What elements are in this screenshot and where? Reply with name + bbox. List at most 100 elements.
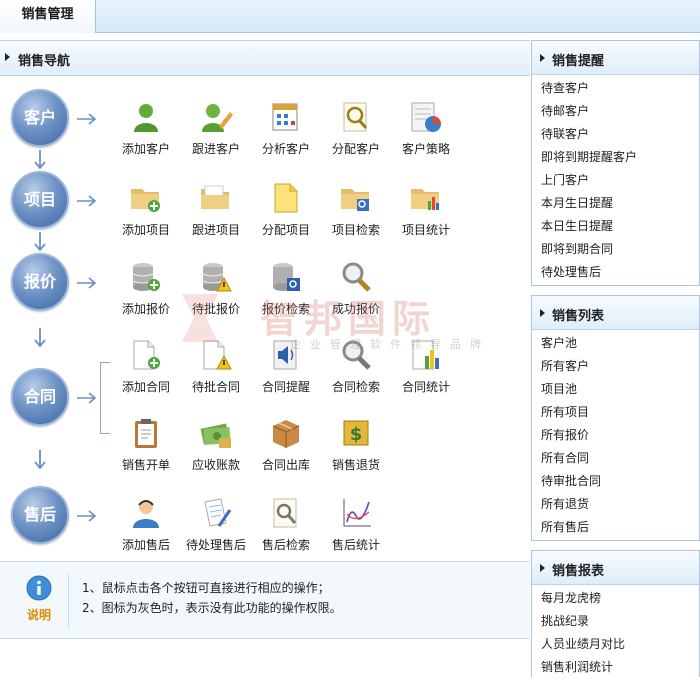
add-quote-button[interactable]: 添加报价 (113, 260, 179, 317)
sales-reminders-header: 销售提醒 (532, 41, 699, 75)
sales-reports-panel: 销售报表 每月龙虎榜 挑战纪录 人员业绩月对比 销售利润统计 (531, 550, 700, 677)
list-item[interactable]: 项目池 (532, 378, 699, 401)
arrow-down-icon (34, 232, 46, 252)
sales-reports-title: 销售报表 (552, 564, 605, 579)
list-item[interactable]: 所有合同 (532, 447, 699, 470)
reminder-item[interactable]: 待处理售后 (532, 261, 699, 284)
aftersale-stats-button[interactable]: 售后统计 (323, 496, 389, 553)
assign-project-button[interactable]: 分配项目 (253, 181, 319, 238)
reminder-item[interactable]: 上门客户 (532, 169, 699, 192)
top-tab-bar: 销售管理 (0, 0, 700, 33)
report-item[interactable]: 挑战纪录 (532, 610, 699, 633)
sales-nav-title: 销售导航 (18, 54, 71, 69)
stage-contract: 合同 (11, 368, 69, 426)
contract-bracket (100, 362, 110, 434)
search-aftersale-button[interactable]: 售后检索 (253, 496, 319, 553)
search-contract-button[interactable]: 合同检索 (323, 338, 389, 395)
reminder-item[interactable]: 待查客户 (532, 77, 699, 100)
clipboard-icon (135, 419, 157, 448)
analyze-customer-button[interactable]: 分析客户 (253, 100, 319, 157)
reminder-item[interactable]: 即将到期提醒客户 (532, 146, 699, 169)
sales-reports-header: 销售报表 (532, 551, 699, 585)
sales-lists-title: 销售列表 (552, 309, 605, 324)
assign-customer-button[interactable]: 分配客户 (323, 100, 389, 157)
report-item[interactable]: 销售利润统计 (532, 656, 699, 679)
add-aftersale-button[interactable]: 添加售后 (113, 496, 179, 553)
list-item[interactable]: 待审批合同 (532, 470, 699, 493)
report-item[interactable]: 每月龙虎榜 (532, 587, 699, 610)
folder-add-icon (131, 189, 160, 212)
line-chart-icon (343, 499, 371, 527)
calendar-chart-icon (272, 103, 298, 131)
document-icon (274, 183, 298, 213)
svg-text:$: $ (350, 424, 363, 445)
contract-outbound-button[interactable]: 合同出库 (253, 416, 319, 473)
reminder-item[interactable]: 本月生日提醒 (532, 192, 699, 215)
contract-stats-button[interactable]: 合同统计 (393, 338, 459, 395)
database-search-icon (273, 263, 300, 291)
arrow-right-icon (77, 277, 97, 289)
success-quote-button[interactable]: 成功报价 (323, 260, 389, 317)
stage-project: 项目 (11, 171, 69, 229)
triangle-right-icon (540, 309, 545, 317)
stage-aftersale: 售后 (11, 486, 69, 544)
triangle-right-icon (540, 564, 545, 572)
list-item[interactable]: 所有报价 (532, 424, 699, 447)
stage-customer: 客户 (11, 89, 69, 147)
magnifier-icon (342, 340, 371, 370)
pending-quote-button[interactable]: 待批报价 (183, 260, 249, 317)
follow-project-button[interactable]: 跟进项目 (183, 181, 249, 238)
reminder-item[interactable]: 本日生日提醒 (532, 215, 699, 238)
contract-reminder-button[interactable]: 合同提醒 (253, 338, 319, 395)
search-project-button[interactable]: 项目检索 (323, 181, 389, 238)
list-item[interactable]: 所有退货 (532, 493, 699, 516)
arrow-right-icon (77, 510, 97, 522)
report-item[interactable]: 人员业绩月对比 (532, 633, 699, 656)
receivables-button[interactable]: 应收账款 (183, 416, 249, 473)
tab-sales-management[interactable]: 销售管理 (0, 0, 96, 33)
sales-return-button[interactable]: $ 销售退货 (323, 416, 389, 473)
add-contract-button[interactable]: 添加合同 (113, 338, 179, 395)
reminder-item[interactable]: 即将到期合同 (532, 238, 699, 261)
database-add-icon (132, 263, 160, 291)
pending-contract-button[interactable]: 待批合同 (183, 338, 249, 395)
sales-order-button[interactable]: 销售开单 (113, 416, 179, 473)
money-icon (200, 423, 231, 448)
instruction-line: 1、鼠标点击各个按钮可直接进行相应的操作； (82, 581, 330, 595)
project-stats-button[interactable]: 项目统计 (393, 181, 459, 238)
watermark-subtitle: 企业管理软件领导品牌 (290, 338, 490, 351)
doc-search-icon (273, 498, 297, 528)
user-edit-icon (202, 104, 233, 132)
user-icon (134, 104, 158, 132)
triangle-right-icon (540, 54, 545, 62)
folder-doc-icon (201, 185, 229, 209)
search-quote-button[interactable]: 报价检索 (253, 260, 319, 317)
triangle-right-icon (5, 53, 10, 61)
pie-chart-icon (411, 102, 441, 132)
list-item[interactable]: 所有客户 (532, 355, 699, 378)
add-project-button[interactable]: 添加项目 (113, 181, 179, 238)
search-doc-icon (343, 102, 368, 132)
list-item[interactable]: 所有项目 (532, 401, 699, 424)
add-customer-button[interactable]: 添加客户 (113, 100, 179, 157)
reminder-item[interactable]: 待邮客户 (532, 100, 699, 123)
doc-warning-icon (203, 340, 232, 370)
magnifier-icon (342, 262, 371, 292)
stage-quote: 报价 (11, 253, 69, 311)
customer-strategy-button[interactable]: 客户策略 (393, 100, 459, 157)
doc-pen-icon (204, 498, 232, 527)
instructions-label: 说明 (27, 608, 52, 622)
pending-aftersale-button[interactable]: 待处理售后 (183, 496, 249, 553)
speaker-icon (273, 340, 297, 370)
sales-nav-header: 销售导航 (0, 40, 530, 76)
doc-chart-icon (412, 340, 439, 370)
reminder-item[interactable]: 待联客户 (532, 123, 699, 146)
arrow-right-icon (77, 392, 97, 404)
list-item[interactable]: 所有售后 (532, 516, 699, 539)
support-person-icon (133, 500, 159, 528)
sales-lists-panel: 销售列表 客户池 所有客户 项目池 所有项目 所有报价 所有合同 待审批合同 所… (531, 295, 700, 541)
arrow-down-icon (34, 150, 46, 170)
box-icon (272, 420, 300, 448)
follow-customer-button[interactable]: 跟进客户 (183, 100, 249, 157)
list-item[interactable]: 客户池 (532, 332, 699, 355)
